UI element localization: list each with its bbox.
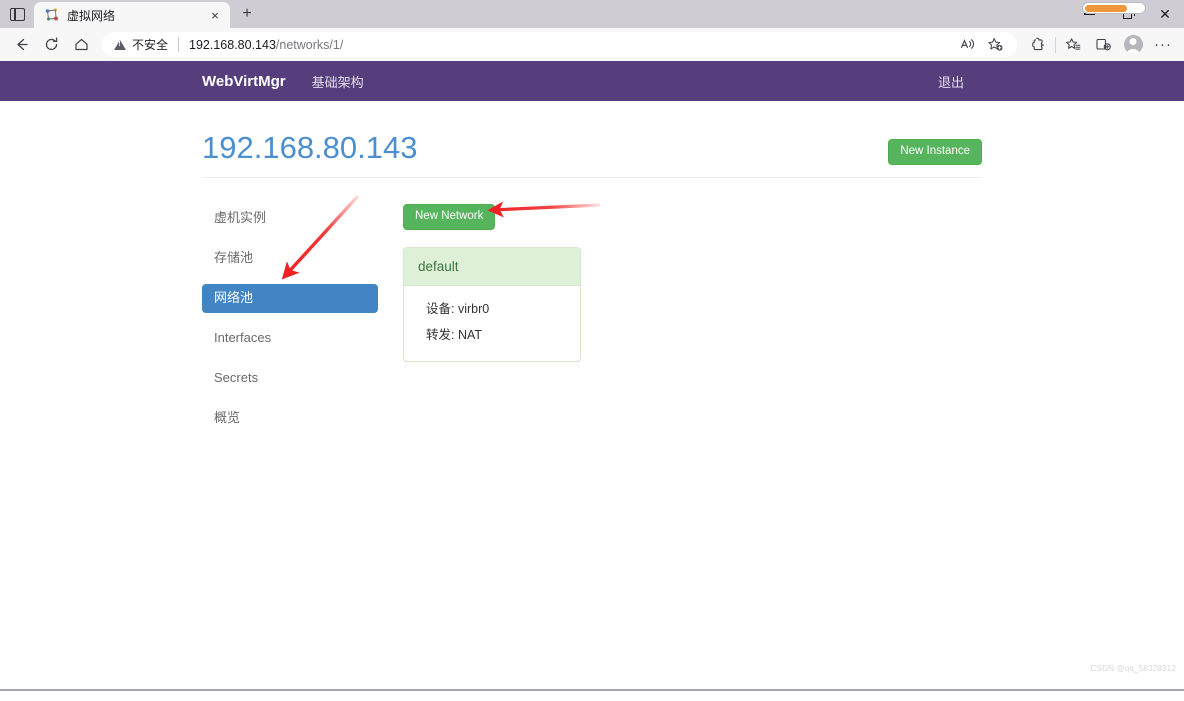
tab-actions-button[interactable] — [0, 0, 34, 28]
page-body: 192.168.80.143 New Instance 虚机实例 存储池 网络池… — [202, 101, 982, 444]
network-favicon-icon — [44, 7, 60, 23]
refresh-button[interactable] — [36, 31, 66, 59]
read-aloud-icon — [960, 39, 974, 49]
network-forward-row: 转发: NAT — [426, 328, 566, 343]
network-forward-label: 转发: — [426, 327, 455, 342]
logout-link[interactable]: 退出 — [938, 72, 982, 91]
favorites-button[interactable] — [1058, 31, 1088, 59]
network-device-label: 设备: — [426, 301, 455, 316]
sidebar-item-overview[interactable]: 概览 — [202, 404, 378, 433]
close-icon: ✕ — [1159, 6, 1171, 22]
sidebar-item-interfaces[interactable]: Interfaces — [202, 324, 378, 353]
network-panel-title[interactable]: default — [404, 247, 580, 286]
add-favorite-button[interactable] — [981, 33, 1009, 57]
profile-button[interactable] — [1118, 31, 1148, 59]
sidebar-item-network-pools[interactable]: 网络池 — [202, 283, 378, 313]
url-path: /networks/1/ — [275, 37, 344, 52]
main-content: New Network default 设备: virbr0 转发: NAT — [378, 204, 982, 444]
network-panel[interactable]: default 设备: virbr0 转发: NAT — [403, 246, 581, 362]
navbar-inner: WebVirtMgr 基础架构 退出 — [202, 61, 982, 101]
refresh-icon — [45, 37, 57, 51]
url-text: 192.168.80.143/networks/1/ — [189, 38, 343, 52]
favorites-icon — [1065, 38, 1080, 50]
sidebar-item-storage-pools[interactable]: 存储池 — [202, 244, 378, 273]
page-header: 192.168.80.143 New Instance — [202, 130, 982, 179]
network-forward-value: NAT — [457, 327, 483, 342]
settings-and-more-button[interactable]: ··· — [1148, 31, 1178, 59]
sidebar-nav: 虚机实例 存储池 网络池 Interfaces Secrets 概览 — [202, 204, 378, 444]
nav-link-infrastructure[interactable]: 基础架构 — [312, 72, 364, 91]
close-window-button[interactable]: ✕ — [1146, 0, 1184, 28]
collections-button[interactable] — [1088, 31, 1118, 59]
browser-titlebar: 虚拟网络 × + ✕ — [0, 0, 1184, 28]
new-tab-button[interactable]: + — [234, 1, 260, 27]
browser-window: 虚拟网络 × + ✕ ! 不安全 192.168.80.143/networks… — [0, 0, 1184, 701]
url-host: 192.168.80.143 — [189, 37, 276, 52]
network-device-value: virbr0 — [457, 301, 490, 316]
network-device-row: 设备: virbr0 — [426, 302, 566, 317]
back-button[interactable] — [6, 31, 36, 59]
browser-tab[interactable]: 虚拟网络 × — [34, 2, 230, 28]
page-title: 192.168.80.143 — [202, 130, 418, 165]
taskbar-edge — [0, 689, 1184, 701]
address-bar-divider — [178, 37, 180, 52]
new-instance-button[interactable]: New Instance — [888, 139, 982, 165]
security-status-label: 不安全 — [132, 38, 169, 52]
toolbar-right-actions: ··· — [1023, 31, 1178, 59]
more-options-icon: ··· — [1154, 36, 1172, 53]
home-button[interactable] — [66, 31, 96, 59]
tab-actions-icon — [9, 7, 25, 21]
not-secure-warning-icon — [114, 39, 126, 50]
window-controls: ✕ — [1070, 0, 1184, 28]
address-bar[interactable]: 不安全 192.168.80.143/networks/1/ — [102, 32, 1017, 57]
browser-essentials-icon — [1031, 37, 1044, 51]
snap-layout-indicator — [1082, 2, 1146, 14]
collections-icon — [1095, 38, 1111, 51]
address-bar-actions — [953, 33, 1009, 57]
toolbar-separator — [1055, 36, 1056, 53]
home-icon — [74, 38, 88, 51]
snap-layout-fill — [1084, 4, 1127, 12]
add-favorite-icon — [987, 38, 1002, 51]
back-arrow-icon — [16, 38, 28, 51]
app-navbar: WebVirtMgr 基础架构 退出 — [0, 61, 1184, 101]
sidebar-item-instances[interactable]: 虚机实例 — [202, 204, 378, 233]
browser-toolbar: 不安全 192.168.80.143/networks/1/ — [0, 28, 1184, 61]
profile-avatar-icon — [1123, 35, 1143, 54]
page-viewport: WebVirtMgr 基础架构 退出 192.168.80.143 New In… — [0, 61, 1184, 689]
read-aloud-button[interactable] — [953, 33, 981, 57]
new-network-button[interactable]: New Network — [403, 204, 496, 230]
network-panel-body: 设备: virbr0 转发: NAT — [404, 286, 580, 361]
sidebar-item-secrets[interactable]: Secrets — [202, 364, 378, 393]
content-row: 虚机实例 存储池 网络池 Interfaces Secrets 概览 New N… — [202, 204, 982, 444]
tab-close-icon[interactable]: × — [206, 6, 224, 24]
tab-title: 虚拟网络 — [67, 8, 116, 23]
browser-essentials-button[interactable] — [1023, 31, 1053, 59]
app-brand[interactable]: WebVirtMgr — [202, 73, 286, 90]
watermark-text: CSDN @qq_58328312 — [1090, 664, 1176, 673]
